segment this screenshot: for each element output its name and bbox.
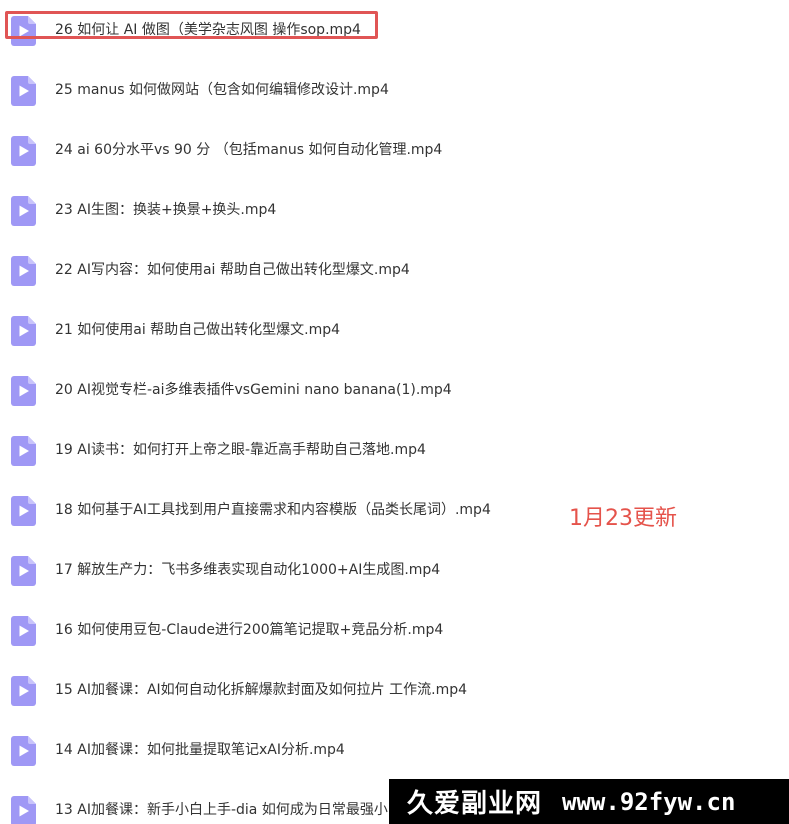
video-file-icon [11,136,36,166]
video-file-icon [11,376,36,406]
watermark-url: www.92fyw.cn [562,787,736,816]
file-row[interactable]: 23 AI生图：换装+换景+换头.mp4 [0,190,560,230]
file-row[interactable]: 20 AI视觉专栏-ai多维表插件vsGemini nano banana(1)… [0,370,560,410]
file-name: 14 AI加餐课：如何批量提取笔记xAI分析.mp4 [55,742,345,758]
watermark-banner: 久爱副业网 www.92fyw.cn [389,779,789,824]
file-name: 19 AI读书：如何打开上帝之眼-靠近高手帮助自己落地.mp4 [55,442,426,458]
video-file-icon [11,196,36,226]
video-file-icon [11,616,36,646]
video-file-icon [11,556,36,586]
video-file-icon [11,316,36,346]
video-file-icon [11,496,36,526]
file-row[interactable]: 24 ai 60分水平vs 90 分 （包括manus 如何自动化管理.mp4 [0,130,560,170]
video-file-icon [11,796,36,824]
file-row[interactable]: 21 如何使用ai 帮助自己做出转化型爆文.mp4 [0,310,560,350]
file-name: 23 AI生图：换装+换景+换头.mp4 [55,202,277,218]
file-name: 15 AI加餐课：AI如何自动化拆解爆款封面及如何拉片 工作流.mp4 [55,682,468,698]
file-name: 20 AI视觉专栏-ai多维表插件vsGemini nano banana(1)… [55,382,452,398]
file-row[interactable]: 15 AI加餐课：AI如何自动化拆解爆款封面及如何拉片 工作流.mp4 [0,670,560,710]
file-name: 17 解放生产力：飞书多维表实现自动化1000+AI生成图.mp4 [55,562,441,578]
file-name: 18 如何基于AI工具找到用户直接需求和内容模版（品类长尾词）.mp4 [55,502,491,518]
file-name: 22 AI写内容：如何使用ai 帮助自己做出转化型爆文.mp4 [55,262,410,278]
file-name: 24 ai 60分水平vs 90 分 （包括manus 如何自动化管理.mp4 [55,142,443,158]
file-row[interactable]: 17 解放生产力：飞书多维表实现自动化1000+AI生成图.mp4 [0,550,560,590]
file-row[interactable]: 26 如何让 AI 做图（美学杂志风图 操作sop.mp4 [0,10,560,50]
watermark-site-name: 久爱副业网 [407,789,543,819]
video-file-icon [11,436,36,466]
file-name: 13 AI加餐课：新手小白上手-dia 如何成为日常最强小 [55,802,388,818]
video-file-icon [11,16,36,46]
file-row[interactable]: 16 如何使用豆包-Claude进行200篇笔记提取+竞品分析.mp4 [0,610,560,650]
file-name: 21 如何使用ai 帮助自己做出转化型爆文.mp4 [55,322,341,338]
video-file-icon [11,736,36,766]
file-row[interactable]: 14 AI加餐课：如何批量提取笔记xAI分析.mp4 [0,730,560,770]
update-note: 1月23更新 [569,506,677,531]
video-file-icon [11,76,36,106]
file-row[interactable]: 19 AI读书：如何打开上帝之眼-靠近高手帮助自己落地.mp4 [0,430,560,470]
file-row[interactable]: 18 如何基于AI工具找到用户直接需求和内容模版（品类长尾词）.mp4 [0,490,560,530]
file-row[interactable]: 22 AI写内容：如何使用ai 帮助自己做出转化型爆文.mp4 [0,250,560,290]
file-name: 26 如何让 AI 做图（美学杂志风图 操作sop.mp4 [55,22,361,38]
file-name: 25 manus 如何做网站（包含如何编辑修改设计.mp4 [55,82,389,98]
video-file-icon [11,676,36,706]
file-row[interactable]: 25 manus 如何做网站（包含如何编辑修改设计.mp4 [0,70,560,110]
file-name: 16 如何使用豆包-Claude进行200篇笔记提取+竞品分析.mp4 [55,622,444,638]
video-file-icon [11,256,36,286]
file-list-page: 26 如何让 AI 做图（美学杂志风图 操作sop.mp4 25 manus 如何… [0,0,789,824]
